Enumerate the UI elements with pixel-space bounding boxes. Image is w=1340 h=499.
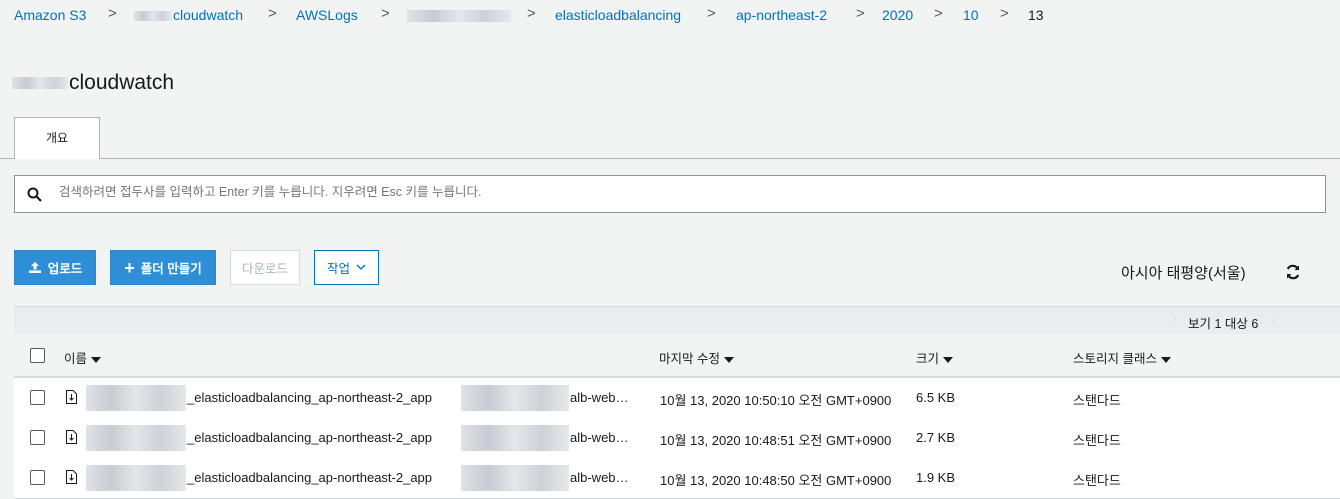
last-modified: 10월 13, 2020 10:50:10 오전 GMT+0900 <box>660 393 892 408</box>
file-name-link[interactable]: _elasticloadbalancing_ap-northeast-2_app <box>187 390 432 405</box>
upload-icon <box>28 262 41 273</box>
breadcrumb-bucket[interactable]: cloudwatch <box>134 7 243 23</box>
create-folder-button[interactable]: + 폴더 만들기 <box>110 250 216 285</box>
breadcrumb-separator: > <box>856 5 865 22</box>
search-icon <box>27 187 42 202</box>
page-title: cloudwatch <box>12 71 174 95</box>
breadcrumb-year[interactable]: 2020 <box>882 7 913 23</box>
file-icon <box>66 470 77 484</box>
pager-bar <box>14 306 1340 334</box>
pager-prev-icon[interactable]: ‹ <box>1173 312 1177 326</box>
create-folder-label: 폴더 만들기 <box>140 262 202 276</box>
redacted-text <box>134 11 172 22</box>
redacted-text <box>12 77 68 90</box>
last-modified: 10월 13, 2020 10:48:50 오전 GMT+0900 <box>660 473 892 488</box>
file-name-suffix[interactable]: alb-web… <box>570 430 629 445</box>
redacted-text <box>407 10 511 23</box>
breadcrumb-region[interactable]: ap-northeast-2 <box>736 7 827 23</box>
file-size: 1.9 KB <box>916 470 956 485</box>
pager-next-icon[interactable]: › <box>1272 312 1276 326</box>
download-button[interactable]: 다운로드 <box>230 250 300 285</box>
sort-caret-icon <box>1160 356 1171 363</box>
redacted-text <box>461 425 569 451</box>
breadcrumb-separator: > <box>268 5 277 22</box>
redacted-text <box>461 385 569 411</box>
select-all-checkbox[interactable] <box>30 348 45 363</box>
breadcrumb-separator: > <box>527 5 536 22</box>
file-icon <box>66 390 77 404</box>
storage-class: 스탠다드 <box>1073 433 1121 448</box>
row-checkbox[interactable] <box>30 430 45 445</box>
column-size-header[interactable]: 크기 <box>916 348 954 367</box>
breadcrumb-separator: > <box>108 5 117 22</box>
last-modified: 10월 13, 2020 10:48:51 오전 GMT+0900 <box>660 433 892 448</box>
breadcrumb-month[interactable]: 10 <box>963 7 979 23</box>
breadcrumb-awslogs[interactable]: AWSLogs <box>296 7 358 23</box>
redacted-text <box>86 465 186 491</box>
search-box[interactable] <box>14 175 1326 213</box>
storage-class: 스탠다드 <box>1073 393 1121 408</box>
actions-label: 작업 <box>326 262 350 276</box>
redacted-text <box>86 385 186 411</box>
breadcrumb-separator: > <box>381 5 390 22</box>
search-input[interactable] <box>57 184 1301 200</box>
column-name-header[interactable]: 이름 <box>64 348 102 367</box>
row-checkbox[interactable] <box>30 390 45 405</box>
file-icon <box>66 430 77 444</box>
breadcrumb-elb[interactable]: elasticloadbalancing <box>555 7 681 23</box>
pager-text: 보기 1 대상 6 <box>1188 317 1259 331</box>
storage-class: 스탠다드 <box>1073 473 1121 488</box>
breadcrumb-day: 13 <box>1028 7 1044 23</box>
upload-label: 업로드 <box>47 262 83 276</box>
chevron-down-icon <box>356 264 366 270</box>
tab-divider <box>0 158 1340 159</box>
column-storage-header[interactable]: 스토리지 클래스 <box>1073 348 1171 367</box>
redacted-text <box>86 425 186 451</box>
region-label: 아시아 태평양(서울) <box>1121 265 1246 282</box>
breadcrumb-separator: > <box>934 5 943 22</box>
upload-button[interactable]: 업로드 <box>14 250 96 285</box>
breadcrumb-account[interactable] <box>407 7 511 23</box>
file-size: 6.5 KB <box>916 390 956 405</box>
redacted-text <box>461 465 569 491</box>
plus-icon: + <box>124 257 135 278</box>
file-name-link[interactable]: _elasticloadbalancing_ap-northeast-2_app <box>187 470 432 485</box>
breadcrumb-separator: > <box>707 5 716 22</box>
column-modified-header[interactable]: 마지막 수정 <box>659 348 734 367</box>
download-label: 다운로드 <box>241 262 288 276</box>
refresh-icon[interactable] <box>1284 263 1302 281</box>
sort-caret-icon <box>723 356 734 363</box>
breadcrumb-amazon-s3[interactable]: Amazon S3 <box>14 7 86 23</box>
row-checkbox[interactable] <box>30 470 45 485</box>
file-size: 2.7 KB <box>916 430 956 445</box>
file-name-suffix[interactable]: alb-web… <box>570 390 629 405</box>
actions-dropdown[interactable]: 작업 <box>314 250 379 285</box>
breadcrumb-separator: > <box>1000 5 1009 22</box>
file-name-link[interactable]: _elasticloadbalancing_ap-northeast-2_app <box>187 430 432 445</box>
tab-overview[interactable]: 개요 <box>14 117 100 159</box>
sort-caret-icon <box>91 356 102 363</box>
file-name-suffix[interactable]: alb-web… <box>570 470 629 485</box>
sort-caret-icon <box>943 356 954 363</box>
